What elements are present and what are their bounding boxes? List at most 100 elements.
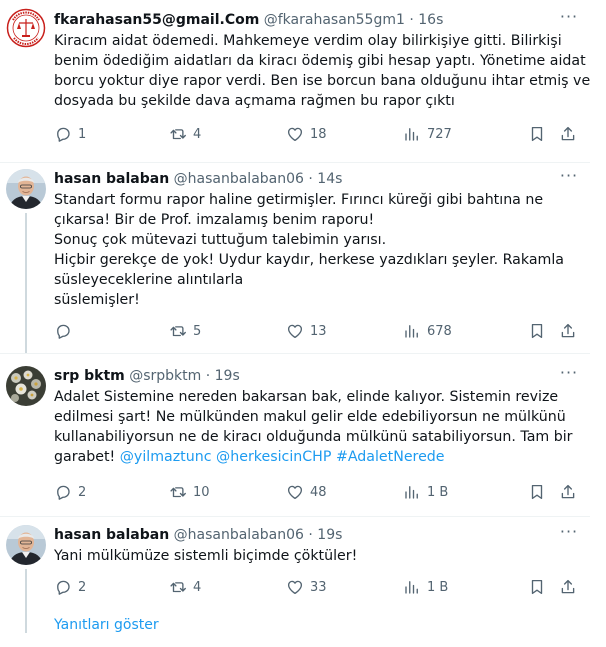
- timestamp[interactable]: 14s: [317, 171, 342, 187]
- views-button[interactable]: 1 B: [403, 482, 448, 502]
- heart-icon: [287, 580, 303, 595]
- reply-button[interactable]: 1: [54, 124, 86, 144]
- bookmark-icon: [531, 126, 543, 142]
- handle[interactable]: @hasanbalaban06: [174, 527, 304, 543]
- reply-button[interactable]: 2: [54, 577, 86, 597]
- separator: ·: [308, 171, 313, 187]
- hashtag-link[interactable]: #AdaletNerede: [336, 449, 445, 465]
- retweet-count: 10: [193, 484, 210, 500]
- bookmark-button[interactable]: [528, 124, 546, 144]
- more-options-icon[interactable]: ···: [558, 523, 580, 545]
- bookmark-button[interactable]: [528, 577, 546, 597]
- mention-link[interactable]: @herkesicinCHP: [216, 449, 331, 465]
- reply-count: 1: [78, 126, 87, 142]
- like-button[interactable]: 48: [286, 482, 327, 502]
- display-name[interactable]: hasan balaban: [54, 171, 169, 187]
- text-line: Yani mülkümüze sistemli biçimde çöktüler…: [54, 548, 358, 564]
- tweet[interactable]: srp bktm @srpbktm · 19s ··· Adalet Siste…: [0, 354, 590, 516]
- display-name[interactable]: srp bktm: [54, 368, 125, 384]
- bookmark-button[interactable]: [528, 482, 546, 502]
- text-line: Standart formu rapor haline getirmişler.…: [54, 192, 544, 208]
- reply-button[interactable]: 2: [54, 482, 86, 502]
- timestamp[interactable]: 19s: [317, 527, 342, 543]
- reply-count: 2: [78, 579, 87, 595]
- heart-icon: [287, 324, 303, 339]
- views-button[interactable]: 678: [403, 321, 452, 341]
- tweet-content: fkarahasan55@gmail.Com @fkarahasan55gm1 …: [54, 8, 590, 111]
- bookmark-icon: [531, 484, 543, 500]
- more-options-icon[interactable]: ···: [558, 8, 580, 30]
- mention-link[interactable]: @yilmaztunc: [120, 449, 212, 465]
- like-button[interactable]: 18: [286, 124, 327, 144]
- reply-count: 2: [78, 484, 87, 500]
- seal-avatar-icon[interactable]: [6, 8, 46, 48]
- text-line: çıkarsa! Bir de Prof. imzalamış benim ra…: [54, 212, 375, 228]
- retweet-count: 4: [193, 579, 202, 595]
- tweet-text: Adalet Sistemine nereden bakarsan bak, e…: [54, 387, 580, 467]
- handle[interactable]: @srpbktm: [129, 368, 201, 384]
- retweet-button[interactable]: 10: [169, 482, 210, 502]
- like-count: 13: [310, 323, 327, 339]
- view-count: 1 B: [427, 484, 449, 500]
- tweet-content: srp bktm @srpbktm · 19s ··· Adalet Siste…: [54, 364, 580, 467]
- text-line: Hiçbir gerekçe de yok! Uydur kaydır, her…: [54, 252, 564, 268]
- more-options-icon[interactable]: ···: [558, 167, 580, 189]
- tweet[interactable]: fkarahasan55@gmail.Com @fkarahasan55gm1 …: [0, 0, 590, 162]
- share-icon: [561, 323, 575, 338]
- reply-icon: [57, 127, 70, 142]
- tweet-header: fkarahasan55@gmail.Com @fkarahasan55gm1 …: [54, 10, 580, 30]
- like-button[interactable]: 33: [286, 577, 327, 597]
- tweet-text: Kiracım aidat ödemedi. Mahkemeye verdim …: [54, 31, 590, 111]
- handle[interactable]: @hasanbalaban06: [174, 171, 304, 187]
- reply-button[interactable]: [54, 321, 78, 341]
- timestamp[interactable]: 16s: [418, 12, 443, 28]
- like-button[interactable]: 13: [286, 321, 327, 341]
- tweet-actions: 2 4 33 1 B: [54, 577, 580, 597]
- show-replies-link[interactable]: Yanıtları göster: [54, 617, 159, 633]
- views-button[interactable]: 1 B: [403, 577, 448, 597]
- tweet-actions: 1 4 18 727: [54, 124, 580, 144]
- retweet-button[interactable]: 4: [169, 124, 201, 144]
- thread-line: [25, 569, 27, 633]
- tweet-actions: 5 13 678: [54, 321, 580, 341]
- more-options-icon[interactable]: ···: [558, 364, 580, 386]
- person-avatar-icon[interactable]: [6, 525, 46, 565]
- separator: ·: [308, 527, 313, 543]
- like-count: 48: [310, 484, 327, 500]
- bookmark-icon: [531, 579, 543, 595]
- separator: ·: [205, 368, 211, 384]
- flower-avatar-icon[interactable]: [6, 366, 46, 406]
- retweet-button[interactable]: 5: [169, 321, 201, 341]
- reply-icon: [57, 485, 70, 500]
- handle[interactable]: @fkarahasan55gm1: [264, 12, 405, 28]
- share-button[interactable]: [559, 124, 577, 144]
- display-name[interactable]: fkarahasan55@gmail.Com: [54, 12, 259, 28]
- like-count: 18: [310, 126, 327, 142]
- retweet-icon: [170, 487, 186, 498]
- views-button[interactable]: 727: [403, 124, 452, 144]
- bookmark-button[interactable]: [528, 321, 546, 341]
- tweet[interactable]: hasan balaban @hasanbalaban06 · 14s ··· …: [0, 163, 590, 353]
- person-avatar-icon[interactable]: [6, 169, 46, 209]
- share-button[interactable]: [559, 577, 577, 597]
- text-line: süslemişler!: [54, 292, 140, 308]
- timestamp[interactable]: 19s: [215, 368, 240, 384]
- share-button[interactable]: [559, 321, 577, 341]
- like-count: 33: [310, 579, 327, 595]
- text-fragment: garabet!: [54, 449, 120, 465]
- share-icon: [561, 126, 575, 141]
- share-button[interactable]: [559, 482, 577, 502]
- display-name[interactable]: hasan balaban: [54, 527, 169, 543]
- text-line: garabet! @yilmaztunc @herkesicinCHP #Ada…: [54, 447, 580, 467]
- retweet-count: 5: [193, 323, 202, 339]
- tweet-header: srp bktm @srpbktm · 19s: [54, 366, 580, 386]
- retweet-button[interactable]: 4: [169, 577, 201, 597]
- views-chart-icon: [405, 581, 418, 594]
- retweet-icon: [170, 582, 186, 593]
- views-chart-icon: [405, 325, 418, 338]
- tweet-header: hasan balaban @hasanbalaban06 · 14s: [54, 169, 580, 189]
- text-line: Adalet Sistemine nereden bakarsan bak, e…: [54, 389, 559, 405]
- thread: fkarahasan55@gmail.Com @fkarahasan55gm1 …: [0, 0, 590, 647]
- tweet[interactable]: hasan balaban @hasanbalaban06 · 19s ··· …: [0, 517, 590, 633]
- heart-icon: [287, 127, 303, 142]
